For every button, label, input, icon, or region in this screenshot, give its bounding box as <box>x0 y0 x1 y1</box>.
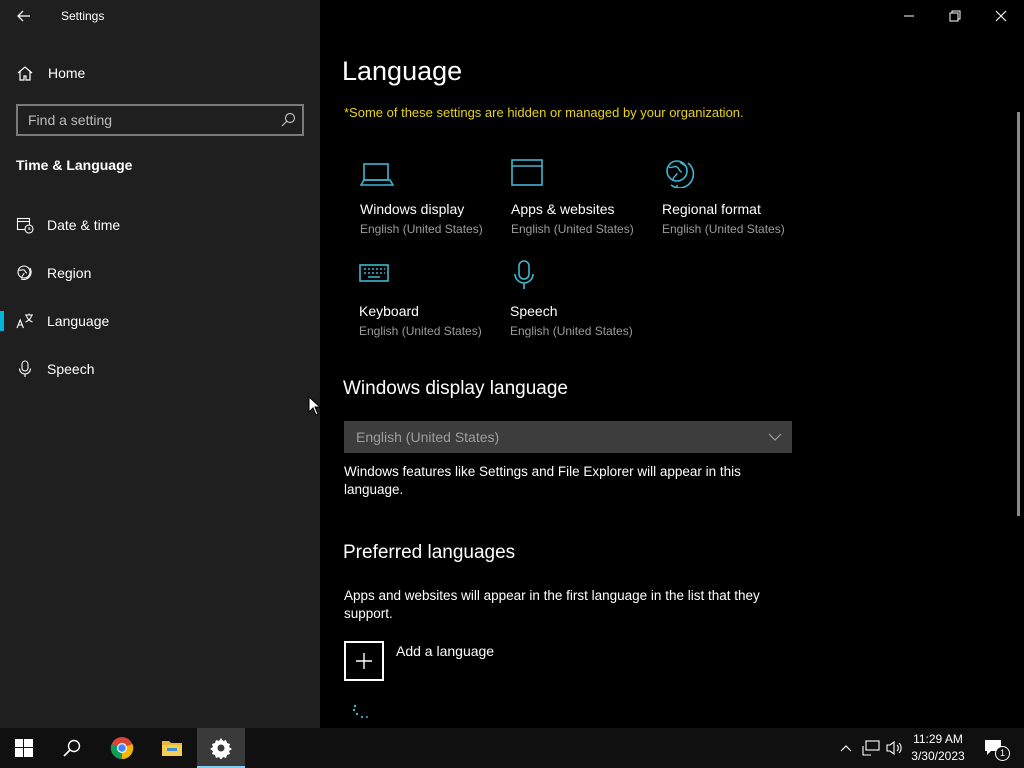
dropdown-value: English (United States) <box>356 429 500 445</box>
chevron-up-icon <box>840 745 852 752</box>
tile-regional-format[interactable]: Regional format English (United States) <box>662 158 802 248</box>
speaker-icon <box>886 740 902 756</box>
tile-subtitle: English (United States) <box>360 222 483 236</box>
minimize-icon <box>904 15 914 17</box>
display-language-heading: Windows display language <box>343 378 568 399</box>
title-bar-left: Settings <box>0 0 320 32</box>
clock-time: 11:29 AM <box>913 732 963 746</box>
taskbar-search-button[interactable] <box>48 728 96 768</box>
tile-name: Speech <box>510 303 558 319</box>
selection-indicator <box>0 311 4 331</box>
restore-button[interactable] <box>932 0 978 32</box>
tile-speech[interactable]: Speech English (United States) <box>510 260 650 350</box>
tile-subtitle: English (United States) <box>359 324 482 338</box>
tile-subtitle: English (United States) <box>510 324 633 338</box>
back-button[interactable] <box>12 6 36 26</box>
network-button[interactable] <box>860 728 882 768</box>
search-icon <box>63 739 81 757</box>
clock-date: 3/30/2023 <box>911 749 965 763</box>
globe-icon <box>16 264 34 282</box>
taskbar-file-explorer-button[interactable] <box>148 728 196 768</box>
restore-icon <box>949 10 961 22</box>
chrome-icon <box>110 737 134 760</box>
language-icon <box>16 312 34 330</box>
browser-window-icon <box>511 159 543 186</box>
sidebar-item-speech[interactable]: Speech <box>0 351 320 387</box>
show-hidden-icons-button[interactable] <box>836 728 856 768</box>
page-title: Language <box>342 56 463 86</box>
window-controls <box>886 0 1024 32</box>
plus-icon <box>356 653 372 669</box>
tile-subtitle: English (United States) <box>511 222 634 236</box>
tile-name: Regional format <box>662 201 761 217</box>
close-button[interactable] <box>978 0 1024 32</box>
navigation-pane: Settings Home Time & Language Date & tim… <box>0 0 320 728</box>
add-language-button[interactable]: Add a language <box>344 641 494 681</box>
start-button[interactable] <box>0 728 48 768</box>
close-icon <box>995 10 1007 22</box>
sidebar-item-label: Speech <box>47 361 95 377</box>
tile-keyboard[interactable]: Keyboard English (United States) <box>359 260 499 350</box>
display-language-dropdown[interactable]: English (United States) <box>344 421 792 453</box>
taskbar-settings-button[interactable] <box>197 728 245 768</box>
keyboard-icon <box>359 264 389 282</box>
microphone-icon <box>514 260 534 289</box>
search-icon[interactable] <box>280 112 296 128</box>
calendar-clock-icon <box>16 216 34 234</box>
organization-notice: *Some of these settings are hidden or ma… <box>344 105 744 120</box>
taskbar: 11:29 AM 3/30/2023 1 <box>0 728 1024 768</box>
volume-button[interactable] <box>884 728 906 768</box>
tile-name: Windows display <box>360 201 465 217</box>
action-center-button[interactable]: 1 <box>980 728 1010 768</box>
tile-subtitle: English (United States) <box>662 222 785 236</box>
tile-name: Keyboard <box>359 303 419 319</box>
gear-icon <box>210 738 232 759</box>
search-input[interactable] <box>28 106 268 134</box>
preferred-languages-description: Apps and websites will appear in the fir… <box>344 588 760 621</box>
clock[interactable]: 11:29 AM 3/30/2023 <box>905 731 971 765</box>
tile-apps-websites[interactable]: Apps & websites English (United States) <box>511 158 651 248</box>
scrollbar[interactable] <box>1017 112 1020 516</box>
notification-badge: 1 <box>995 746 1010 761</box>
windows-logo-icon <box>15 739 33 757</box>
home-icon <box>17 66 33 81</box>
app-title: Settings <box>61 9 105 23</box>
preferred-languages-heading: Preferred languages <box>343 542 516 563</box>
loading-spinner-icon <box>352 704 368 719</box>
taskbar-chrome-button[interactable] <box>98 728 146 768</box>
add-language-box <box>344 641 384 681</box>
minimize-button[interactable] <box>886 0 932 32</box>
sidebar-item-language[interactable]: Language <box>0 303 320 339</box>
globe-icon <box>666 160 695 188</box>
sidebar-item-label: Date & time <box>47 217 121 233</box>
laptop-icon <box>360 163 394 186</box>
tile-windows-display[interactable]: Windows display English (United States) <box>360 158 500 248</box>
sidebar-item-region[interactable]: Region <box>0 255 320 291</box>
sidebar-item-label: Language <box>47 313 110 329</box>
display-language-description: Windows features like Settings and File … <box>344 464 741 497</box>
sidebar-item-date-time[interactable]: Date & time <box>0 207 320 243</box>
tile-name: Apps & websites <box>511 201 615 217</box>
home-nav-item[interactable]: Home <box>16 62 85 84</box>
search-box[interactable] <box>16 104 304 136</box>
home-label: Home <box>48 65 86 81</box>
section-title: Time & Language <box>16 157 133 173</box>
folder-icon <box>162 741 182 756</box>
network-icon <box>862 740 880 756</box>
mouse-cursor-icon <box>308 396 322 416</box>
sidebar-item-label: Region <box>47 265 92 281</box>
add-language-label: Add a language <box>396 643 495 659</box>
back-arrow-icon <box>17 10 30 22</box>
microphone-icon <box>16 360 34 378</box>
chevron-down-icon <box>768 433 782 441</box>
